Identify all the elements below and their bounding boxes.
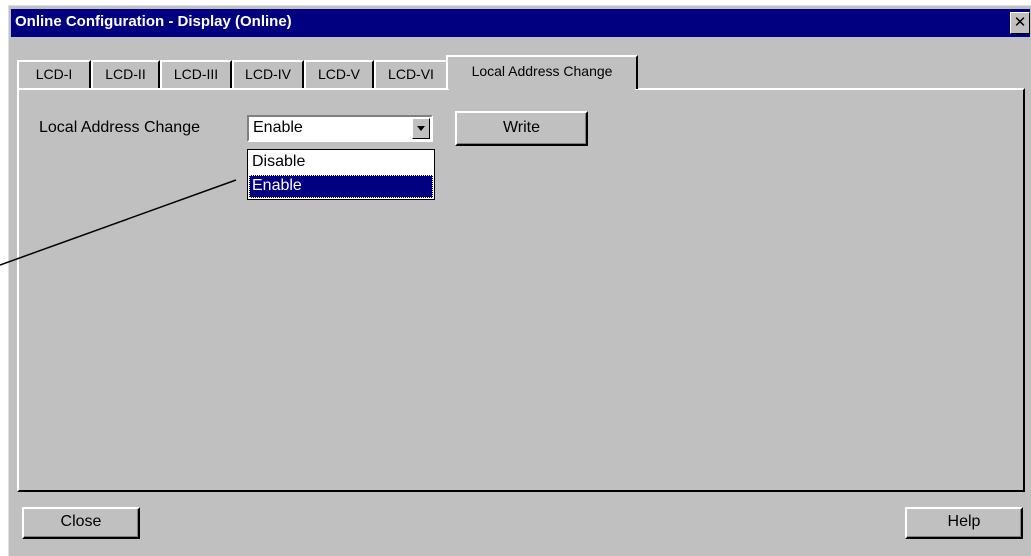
- tab-local-address-change[interactable]: Local Address Change: [446, 55, 638, 89]
- close-icon[interactable]: ✕: [1010, 12, 1030, 34]
- local-address-change-combo[interactable]: Enable: [247, 115, 433, 142]
- dropdown-option-enable[interactable]: Enable: [249, 175, 433, 198]
- combo-dropdown-list: Disable Enable: [247, 149, 435, 200]
- local-address-change-label: Local Address Change: [39, 119, 200, 136]
- write-button[interactable]: Write: [455, 111, 588, 146]
- tab-lcd-iii[interactable]: LCD-III: [160, 60, 232, 88]
- help-button[interactable]: Help: [905, 507, 1023, 539]
- combo-value: Enable: [253, 119, 303, 136]
- tab-lcd-vi[interactable]: LCD-VI: [374, 60, 448, 88]
- tab-lcd-i[interactable]: LCD-I: [17, 60, 91, 88]
- tab-lcd-v[interactable]: LCD-V: [304, 60, 374, 88]
- triangle-down-icon: [417, 126, 425, 131]
- combo-dropdown-button[interactable]: [412, 118, 430, 139]
- dropdown-option-disable[interactable]: Disable: [249, 151, 433, 174]
- screenshot-stage: Online Configuration - Display (Online) …: [0, 0, 1031, 556]
- close-button[interactable]: Close: [22, 507, 140, 539]
- tab-lcd-ii[interactable]: LCD-II: [91, 60, 160, 88]
- tab-panel-join: [449, 88, 635, 91]
- window-title: Online Configuration - Display (Online): [15, 13, 292, 30]
- tab-panel: [17, 88, 1025, 492]
- tab-lcd-iv[interactable]: LCD-IV: [232, 60, 304, 88]
- title-bar[interactable]: Online Configuration - Display (Online) …: [11, 9, 1030, 37]
